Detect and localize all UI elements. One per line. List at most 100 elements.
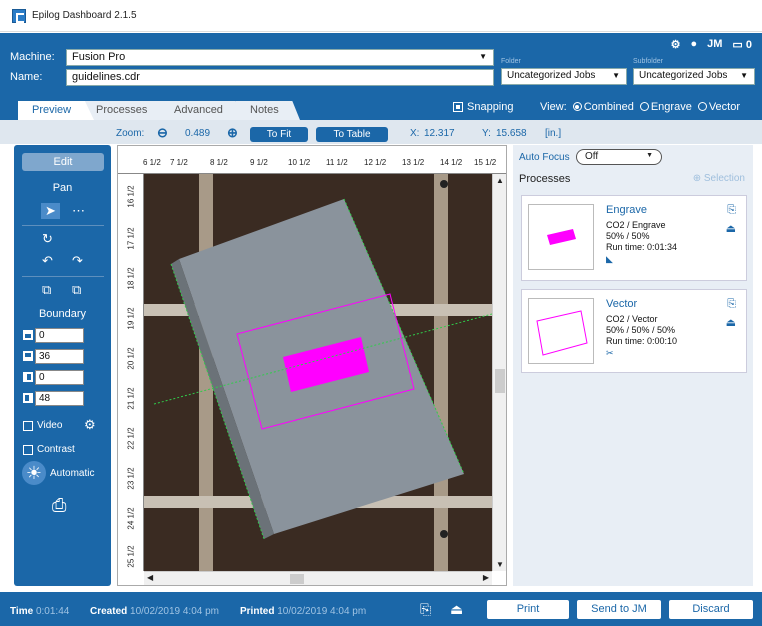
scroll-down-icon[interactable]: ▼ [496, 560, 504, 569]
process-card-engrave[interactable]: Engrave CO2 / Engrave 50% / 50% Run time… [521, 195, 747, 281]
ruler-top-tick: 13 1/2 [402, 158, 425, 167]
horizontal-scrollbar[interactable]: ◀ ▶ [144, 571, 492, 585]
ruler-top-tick: 9 1/2 [250, 158, 268, 167]
send-to-jm-button[interactable]: Send to JM [577, 600, 661, 619]
folder-value: Uncategorized Jobs [507, 70, 596, 81]
reset-icon[interactable]: ↻ [42, 231, 53, 247]
camera-icon[interactable]: ⎙ [52, 495, 66, 516]
tab-notes[interactable]: Notes [236, 101, 300, 120]
video-toggle[interactable]: Video [23, 420, 62, 431]
boundary-left-field[interactable]: 0 [35, 370, 84, 385]
snapping-checkbox[interactable] [453, 102, 463, 112]
name-label: Name: [10, 71, 43, 83]
tab-advanced[interactable]: Advanced [160, 101, 246, 120]
boundary-label: Boundary [38, 308, 87, 320]
group-icon[interactable]: ⧉ [42, 282, 51, 298]
ruler-left-tick: 21 1/2 [126, 387, 136, 410]
ruler-top-tick: 6 1/2 [143, 158, 161, 167]
auto-focus-select[interactable]: Off ▼ [576, 149, 662, 165]
process-line: CO2 / Vector [606, 314, 658, 324]
vertical-scrollbar[interactable]: ▲ ▼ [492, 174, 506, 571]
boundary-right-field[interactable]: 48 [35, 391, 84, 406]
folder-select[interactable]: Uncategorized Jobs ▼ [501, 68, 627, 85]
tab-processes[interactable]: Processes [82, 101, 172, 120]
printed-status: Printed 10/02/2019 4:04 pm [240, 606, 366, 617]
scroll-up-icon[interactable]: ▲ [496, 176, 504, 185]
user-initials[interactable]: JM [707, 38, 722, 51]
ungroup-icon[interactable]: ⧉ [72, 282, 81, 298]
preview-canvas[interactable]: 6 1/2 7 1/2 8 1/2 9 1/2 10 1/2 11 1/2 12… [117, 145, 507, 586]
printer-queue[interactable]: ▭ 0 [732, 38, 752, 51]
pan-label: Pan [52, 182, 73, 194]
edit-button[interactable]: Edit [22, 153, 104, 171]
boundary-bottom-field[interactable]: 36 [35, 349, 84, 364]
app-icon [12, 8, 26, 23]
boundary-top-field[interactable]: 0 [35, 328, 84, 343]
scroll-thumb[interactable] [290, 574, 304, 584]
view-engrave-radio[interactable]: Engrave [639, 101, 692, 113]
print-button[interactable]: Print [487, 600, 569, 619]
machine-select[interactable]: Fusion Pro ▼ [66, 49, 494, 66]
save-process-icon[interactable]: ⎘ [727, 298, 736, 311]
discard-button[interactable]: Discard [669, 600, 753, 619]
tab-preview[interactable]: Preview [18, 101, 94, 120]
selection-button[interactable]: ⊕ Selection [693, 173, 745, 184]
process-name: Vector [606, 298, 638, 310]
camera-preview-image[interactable] [144, 174, 492, 571]
scroll-right-icon[interactable]: ▶ [483, 573, 489, 582]
created-value: 10/02/2019 4:04 pm [130, 606, 219, 617]
open-job-icon[interactable]: ⏏ [450, 601, 463, 618]
process-card-vector[interactable]: Vector CO2 / Vector 50% / 50% / 50% Run … [521, 289, 747, 373]
scroll-left-icon[interactable]: ◀ [147, 573, 153, 582]
load-process-icon[interactable]: ⏏ [726, 316, 736, 329]
load-process-icon[interactable]: ⏏ [726, 222, 736, 235]
redo-icon[interactable]: ↷ [72, 253, 83, 269]
zoom-in-icon[interactable]: ⊕ [227, 125, 238, 141]
to-table-button[interactable]: To Table [316, 127, 388, 142]
ruler-left-tick: 17 1/2 [126, 227, 136, 250]
add-icon: ⊕ [692, 173, 702, 184]
subfolder-select[interactable]: Uncategorized Jobs ▼ [633, 68, 755, 85]
view-vector-radio[interactable]: Vector [697, 101, 740, 113]
name-input[interactable]: guidelines.cdr [66, 69, 494, 86]
globe-icon[interactable]: ● [690, 38, 697, 51]
snapping-label: Snapping [467, 101, 514, 113]
y-label: Y: [482, 128, 491, 139]
ruler-left: 16 1/2 17 1/2 18 1/2 19 1/2 20 1/2 21 1/… [118, 174, 144, 571]
snapping-toggle[interactable]: Snapping [453, 101, 514, 113]
save-process-icon[interactable]: ⎘ [727, 204, 736, 217]
y-value: 15.658 [496, 128, 527, 139]
brightness-icon[interactable]: ☀ [22, 461, 46, 485]
chevron-down-icon: ▼ [479, 52, 487, 61]
contrast-checkbox[interactable] [23, 444, 33, 455]
save-job-icon[interactable]: ⎘ [420, 601, 431, 618]
selection-label: Selection [703, 173, 745, 184]
top-toolbar: ⚙ ● JM ▭ 0 [671, 38, 752, 51]
process-line: Run time: 0:00:10 [606, 336, 678, 346]
ruler-left-tick: 25 1/2 [126, 545, 136, 568]
undo-icon[interactable]: ↶ [42, 253, 53, 269]
contrast-toggle[interactable]: Contrast [23, 444, 75, 455]
gear-icon[interactable]: ⚙ [671, 38, 681, 51]
pan-dots-icon[interactable]: ⋯ [72, 203, 85, 219]
time-value: 0:01:44 [35, 606, 70, 617]
ruler-left-tick: 18 1/2 [126, 267, 136, 290]
to-fit-button[interactable]: To Fit [250, 127, 308, 142]
zoom-label: Zoom: [116, 128, 145, 139]
view-combined-radio[interactable]: Combined [572, 101, 634, 113]
video-checkbox[interactable] [23, 420, 33, 431]
ruler-top: 6 1/2 7 1/2 8 1/2 9 1/2 10 1/2 11 1/2 12… [118, 146, 506, 174]
engrave-thumbnail [528, 204, 594, 270]
boundary-bottom-icon [23, 351, 33, 361]
ruler-top-tick: 8 1/2 [210, 158, 228, 167]
camera-settings-icon[interactable]: ⚙ [84, 417, 96, 433]
divider [22, 225, 104, 226]
zoom-value: 0.489 [185, 128, 211, 139]
title-bar: Epilog Dashboard 2.1.5 [0, 0, 762, 32]
created-label: Created [90, 606, 128, 617]
zoom-out-icon[interactable]: ⊖ [157, 125, 168, 141]
ruler-top-tick: 10 1/2 [288, 158, 311, 167]
vector-preview [536, 310, 588, 356]
pointer-icon[interactable]: ➤ [41, 203, 60, 219]
scroll-thumb[interactable] [495, 369, 505, 393]
